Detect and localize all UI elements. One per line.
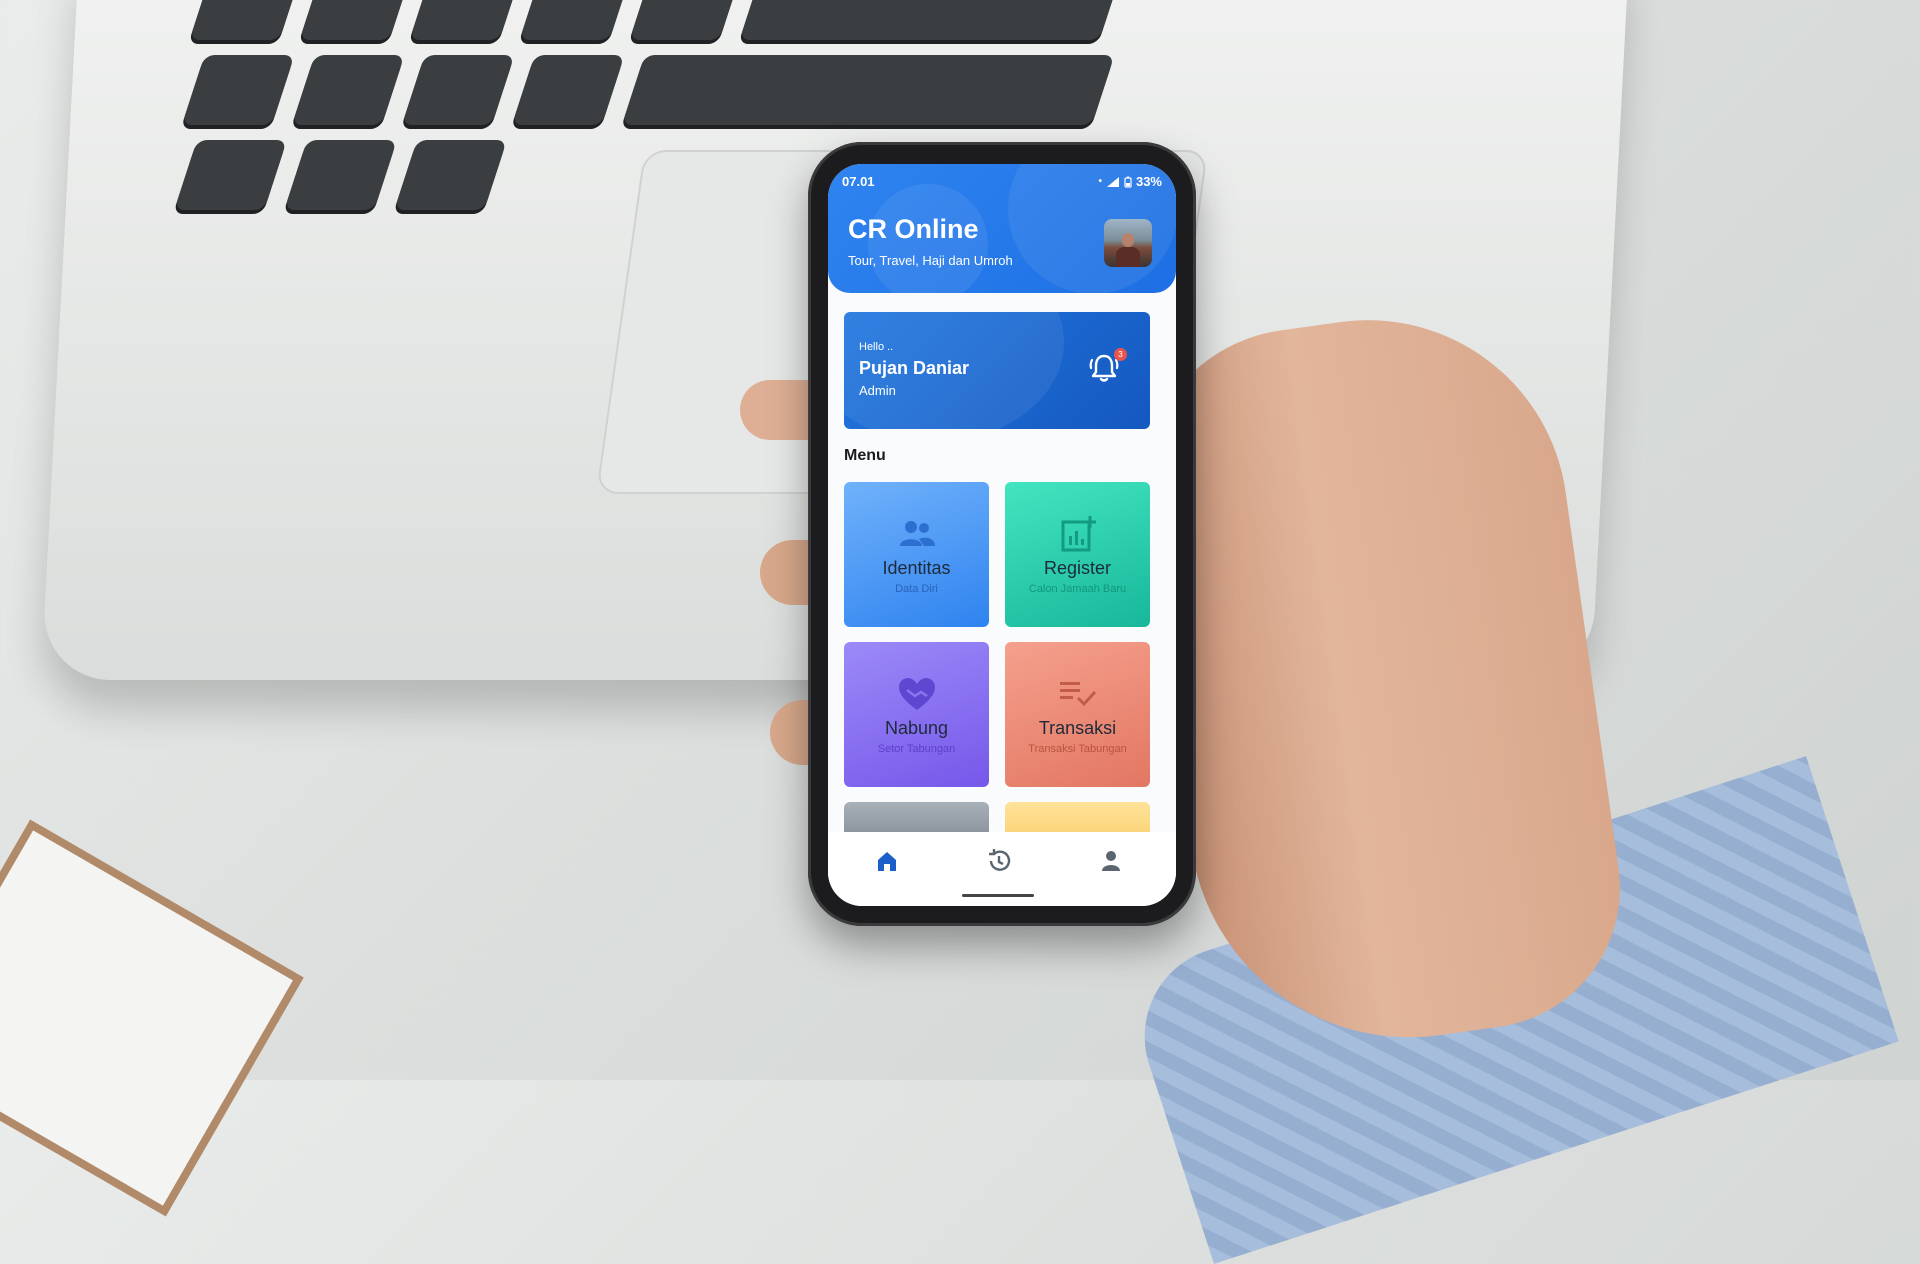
app-title: CR Online [848,214,979,244]
menu-tile-subtitle: Setor Tabungan [877,743,956,755]
notification-badge: 3 [1114,348,1127,361]
status-time: 07.01 [842,174,875,189]
app-screen: 07.01 • 33% CR Online Tour, Travel, Haji… [828,164,1176,906]
menu-tile-title: Identitas [882,558,951,578]
dot-icon: • [1098,176,1102,187]
add-chart-icon [1061,516,1096,552]
status-bar: 07.01 • 33% [842,174,1162,190]
greeting-card: Hello .. Pujan Daniar Admin 3 [844,312,1150,429]
menu-tile-partial[interactable] [844,802,989,832]
menu-tile-identitas[interactable]: Identitas Data Diri [844,482,989,627]
app-header: 07.01 • 33% CR Online Tour, Travel, Haji… [828,164,1176,293]
greeting-hello: Hello .. [859,341,894,353]
menu-tile-subtitle: Calon Jamaah Baru [1028,583,1127,595]
battery-percent: 33% [1135,174,1162,189]
user-name: Pujan Daniar [859,358,970,378]
menu-tile-nabung[interactable]: Nabung Setor Tabungan [844,642,989,787]
menu-tile-register[interactable]: Register Calon Jamaah Baru [1005,482,1150,627]
history-icon[interactable] [984,846,1014,876]
notebook-background [0,819,304,1217]
signal-icon [1106,176,1119,187]
profile-icon[interactable] [1096,846,1126,876]
menu-heading: Menu [844,447,886,464]
menu-tile-subtitle: Transaksi Tabungan [1028,743,1127,755]
users-icon [899,521,935,546]
menu-tile-transaksi[interactable]: Transaksi Transaksi Tabungan [1005,642,1150,787]
status-indicators: • 33% [1098,174,1162,189]
home-icon[interactable] [872,846,902,876]
menu-tile-title: Transaksi [1038,718,1117,738]
phone-device: 07.01 • 33% CR Online Tour, Travel, Haji… [808,142,1196,926]
app-subtitle: Tour, Travel, Haji dan Umroh [848,253,1013,268]
bottom-navigation [828,832,1176,906]
menu-tile-subtitle: Data Diri [895,583,938,595]
user-role: Admin [859,383,896,398]
home-indicator[interactable] [962,894,1034,897]
profile-avatar[interactable] [1104,219,1152,267]
heart-hand-icon [898,678,935,710]
menu-tile-title: Nabung [884,718,949,738]
battery-icon [1124,176,1132,188]
checklist-icon [1059,682,1096,707]
menu-tile-title: Register [1043,558,1112,578]
menu-tile-partial[interactable] [1005,802,1150,832]
